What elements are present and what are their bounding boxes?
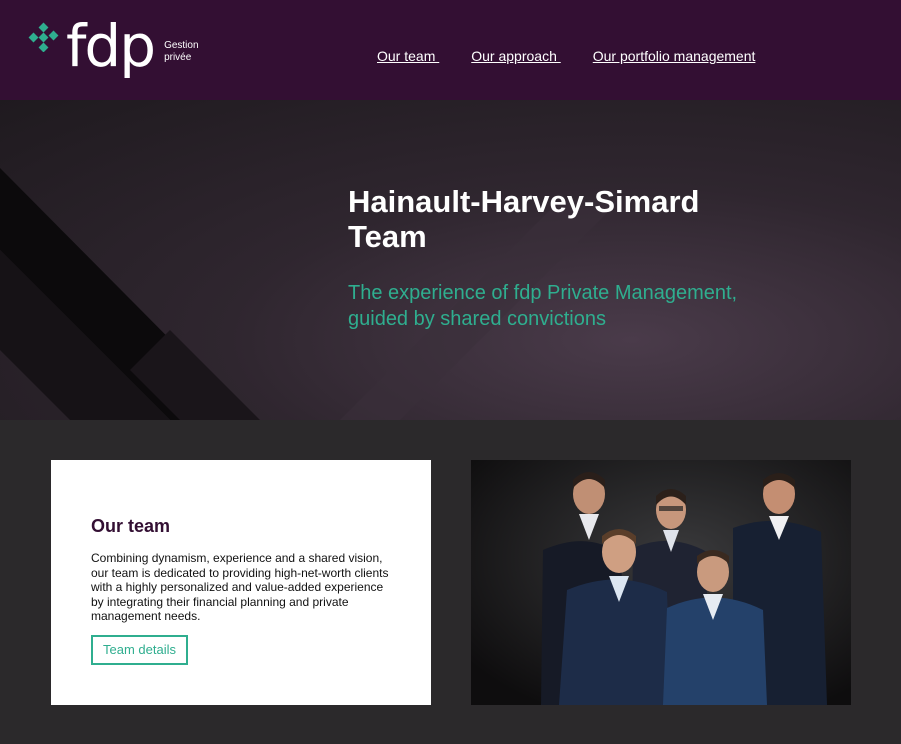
- nav-link-portfolio-management[interactable]: Our portfolio management: [593, 48, 756, 64]
- site-header: fdp Gestion privée Our team Our approach…: [0, 0, 901, 100]
- nav-link-our-team[interactable]: Our team: [377, 48, 439, 64]
- hero-banner: Hainault-Harvey-Simard Team The experien…: [0, 100, 901, 420]
- nav-link-our-approach[interactable]: Our approach: [471, 48, 561, 64]
- team-card: Our team Combining dynamism, experience …: [51, 460, 431, 705]
- team-photo: [471, 460, 851, 705]
- main-nav: Our team Our approach Our portfolio mana…: [377, 48, 787, 64]
- team-photo-image: [471, 460, 851, 705]
- hero-subtitle: The experience of fdp Private Management…: [348, 282, 738, 330]
- logo-subtitle-line1: Gestion: [164, 40, 199, 51]
- diamond-logo-icon: [28, 22, 59, 52]
- logo-subtitle-line2: privée: [164, 52, 192, 63]
- team-card-title: Our team: [91, 516, 171, 536]
- fdp-logo[interactable]: fdp Gestion privée: [26, 12, 199, 80]
- hero-title: Hainault-Harvey-Simard Team: [348, 184, 700, 254]
- team-card-description: Combining dynamism, experience and a sha…: [91, 551, 389, 623]
- hero-diagonal-decoration: [0, 168, 620, 420]
- logo-wordmark: fdp: [66, 12, 156, 80]
- team-details-button[interactable]: Team details: [91, 635, 188, 665]
- logo-subtitle: Gestion privée: [164, 40, 198, 64]
